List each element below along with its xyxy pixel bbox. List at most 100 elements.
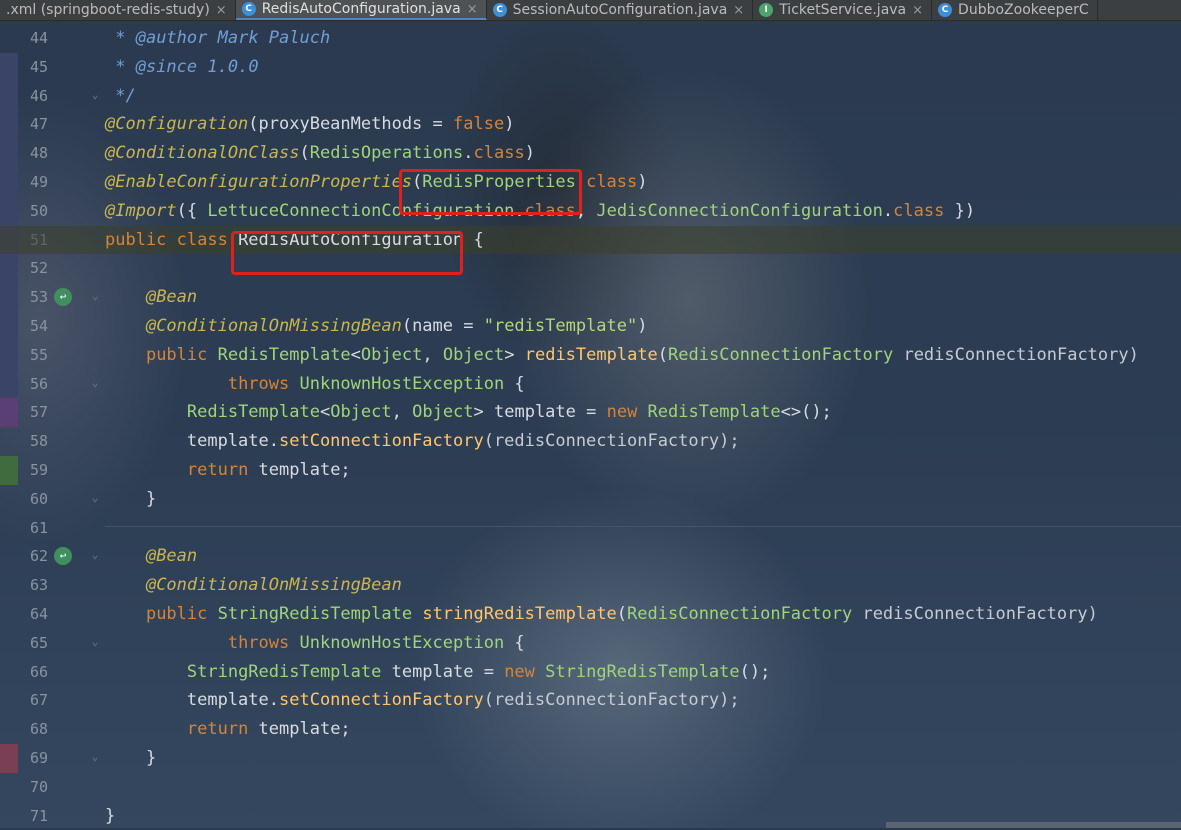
code-line[interactable]: @Import({ LettuceConnectionConfiguration… — [0, 197, 1181, 226]
code-text: public StringRedisTemplate stringRedisTe… — [105, 600, 1098, 629]
code-line[interactable]: template.setConnectionFactory(redisConne… — [0, 427, 1181, 456]
code-text: } — [105, 485, 156, 514]
tab-close-icon[interactable]: × — [216, 3, 227, 18]
code-line[interactable]: @ConditionalOnMissingBean — [0, 571, 1181, 600]
code-token: @Import — [105, 200, 177, 221]
code-token: @ConditionalOnClass — [105, 143, 300, 164]
tab-close-icon[interactable]: × — [467, 2, 478, 17]
code-text: throws UnknownHostException { — [105, 629, 525, 658]
code-line[interactable]: throws UnknownHostException { — [0, 370, 1181, 399]
code-token: RedisTemplate — [217, 344, 351, 365]
code-token: stringRedisTemplate — [422, 604, 617, 624]
code-line[interactable]: @EnableConfigurationProperties(RedisProp… — [0, 168, 1181, 197]
code-line[interactable]: return template; — [0, 456, 1181, 485]
code-text: * @since 1.0.0 — [105, 53, 258, 82]
code-editor[interactable]: * @author Mark Paluch * @since 1.0.0 */ @… — [0, 20, 1181, 828]
code-token: UnknownHostException — [299, 373, 505, 394]
code-token: @Configuration — [105, 114, 249, 135]
code-token: class — [586, 172, 638, 192]
code-line[interactable]: public StringRedisTemplate stringRedisTe… — [0, 600, 1181, 629]
code-text: } — [105, 744, 156, 773]
code-token: redisConnectionFactory) — [893, 344, 1139, 365]
code-token: class — [473, 143, 525, 164]
tab-close-icon[interactable]: × — [912, 3, 923, 18]
tab-3[interactable]: I TicketService.java × — [753, 0, 933, 20]
code-line[interactable]: * @since 1.0.0 — [0, 53, 1181, 82]
tab-1[interactable]: C RedisAutoConfiguration.java × — [235, 0, 487, 20]
code-line[interactable]: @ConditionalOnMissingBean(name = "redisT… — [0, 312, 1181, 341]
code-line[interactable]: public class RedisAutoConfiguration { — [0, 225, 1181, 255]
code-token: { — [504, 632, 525, 653]
code-token: @EnableConfigurationProperties — [105, 172, 413, 192]
code-line[interactable] — [0, 514, 1181, 543]
tab-label: TicketService.java — [779, 2, 907, 18]
code-token: public class — [105, 229, 239, 250]
code-line[interactable]: * @author Mark Paluch — [0, 24, 1181, 53]
code-token: (redisConnectionFactory); — [483, 431, 740, 452]
code-token: { — [463, 229, 484, 250]
code-token: . — [882, 200, 894, 221]
editor-tab-bar: .xml (springboot-redis-study) × C RedisAuto… — [0, 0, 1181, 21]
tab-label: RedisAutoConfiguration.java — [261, 1, 461, 17]
code-token: StringRedisTemplate — [545, 661, 740, 682]
code-token: { — [504, 373, 525, 394]
code-line[interactable]: public RedisTemplate<Object, Object> red… — [0, 341, 1181, 370]
code-token: */ — [105, 85, 136, 106]
code-line[interactable]: return template; — [0, 715, 1181, 744]
code-line[interactable]: RedisTemplate<Object, Object> template =… — [0, 398, 1181, 427]
code-token: template. — [105, 690, 279, 711]
code-text: template.setConnectionFactory(redisConne… — [105, 686, 740, 715]
code-token: false — [453, 114, 505, 135]
code-token: redisConnectionFactory) — [852, 604, 1098, 624]
code-token: @Bean — [145, 287, 198, 308]
code-line[interactable]: @Bean — [0, 542, 1181, 571]
code-token: Object — [360, 344, 423, 365]
code-token: RedisOperations — [309, 143, 464, 164]
code-token: Object — [442, 344, 505, 365]
code-token: JedisConnectionConfiguration — [596, 200, 883, 221]
code-token: RedisTemplate — [186, 402, 320, 423]
code-line[interactable] — [0, 773, 1181, 802]
class-file-icon: C — [241, 2, 256, 16]
code-token: new — [606, 402, 648, 423]
code-line[interactable]: throws UnknownHostException { — [0, 629, 1181, 658]
code-line[interactable]: @Configuration(proxyBeanMethods = false) — [0, 110, 1181, 139]
code-token: <>(); — [780, 402, 832, 423]
code-token: } — [105, 748, 157, 768]
code-text: return template; — [105, 456, 351, 485]
code-token: ({ — [176, 200, 208, 221]
code-line[interactable]: StringRedisTemplate template = new Strin… — [0, 658, 1181, 687]
tab-close-icon[interactable]: × — [733, 3, 744, 18]
code-line[interactable]: } — [0, 744, 1181, 773]
code-text: @Bean — [105, 542, 197, 571]
code-line[interactable]: } — [0, 485, 1181, 514]
code-token: public — [145, 344, 218, 365]
code-token: ) — [504, 114, 515, 135]
code-token: ) — [637, 172, 648, 192]
code-text: @ConditionalOnMissingBean — [105, 571, 402, 600]
code-token: , — [391, 402, 413, 423]
horizontal-scrollbar[interactable] — [886, 822, 1181, 828]
code-line[interactable]: template.setConnectionFactory(redisConne… — [0, 686, 1181, 715]
code-line[interactable]: @Bean — [0, 283, 1181, 312]
tab-0[interactable]: .xml (springboot-redis-study) × — [0, 0, 236, 20]
code-line[interactable]: */ — [0, 82, 1181, 111]
code-token: ( — [657, 344, 669, 365]
code-token: "redisTemplate" — [483, 316, 638, 336]
code-text: @Configuration(proxyBeanMethods = false) — [105, 110, 514, 139]
tab-2[interactable]: C SessionAutoConfiguration.java × — [487, 0, 754, 20]
code-token: ( — [616, 604, 628, 624]
highlight-class-name — [231, 231, 463, 275]
code-line[interactable] — [0, 254, 1181, 283]
tab-4[interactable]: C DubboZookeeperC — [932, 0, 1098, 20]
code-token: }) — [944, 200, 976, 221]
code-token: class — [893, 200, 945, 221]
code-text: template.setConnectionFactory(redisConne… — [105, 427, 740, 456]
code-line[interactable]: @ConditionalOnClass(RedisOperations.clas… — [0, 139, 1181, 168]
